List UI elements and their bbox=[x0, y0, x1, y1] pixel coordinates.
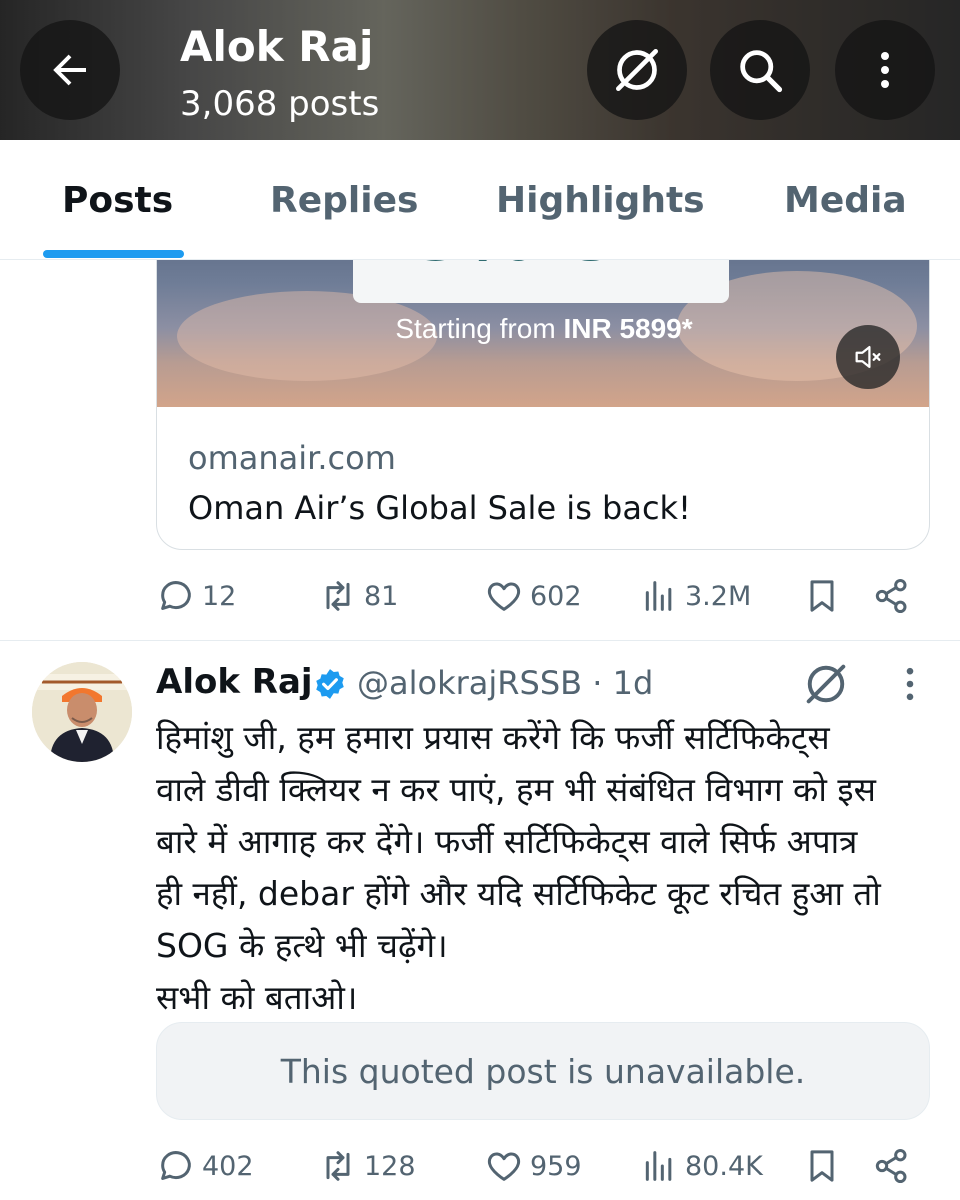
author-handle-time[interactable]: @alokrajRSSB · 1d bbox=[357, 664, 653, 702]
ad-caption-prefix: Starting from bbox=[395, 313, 564, 344]
bookmark-button[interactable] bbox=[802, 1141, 842, 1191]
share-icon bbox=[875, 579, 907, 613]
profile-name: Alok Raj bbox=[180, 22, 374, 71]
repost-icon bbox=[326, 581, 350, 611]
bookmark-icon bbox=[810, 580, 834, 612]
views-icon bbox=[645, 1151, 672, 1181]
reply-count: 402 bbox=[202, 1150, 254, 1182]
repost-count: 128 bbox=[364, 1150, 416, 1182]
tab-posts[interactable]: Posts bbox=[62, 180, 173, 221]
tab-media[interactable]: Media bbox=[784, 180, 907, 221]
views-button[interactable]: 80.4K bbox=[639, 1141, 763, 1191]
post-divider bbox=[0, 640, 960, 641]
like-button[interactable]: 602 bbox=[484, 571, 582, 621]
verified-badge-icon bbox=[316, 669, 344, 699]
reply-button[interactable]: 12 bbox=[156, 571, 236, 621]
post-text-line: ही नहीं, debar होंगे और यदि सर्टिफिकेट क… bbox=[156, 874, 881, 913]
grok-icon bbox=[616, 49, 658, 91]
ad-card[interactable]: 25% OFF Starting from INR 5899* omanair.… bbox=[156, 230, 930, 550]
views-count: 3.2M bbox=[685, 580, 752, 612]
views-button[interactable]: 3.2M bbox=[639, 571, 751, 621]
repost-count: 81 bbox=[364, 580, 399, 612]
mute-icon bbox=[855, 345, 881, 369]
post-text-line: वाले डीवी क्लियर न कर पाएं, हम भी संबंधि… bbox=[156, 770, 876, 809]
more-vertical-icon bbox=[881, 52, 889, 88]
author-name[interactable]: Alok Raj bbox=[156, 662, 313, 702]
post-text-line: सभी को बताओ। bbox=[156, 978, 358, 1017]
back-arrow-icon bbox=[53, 54, 86, 86]
profile-tabs: Posts Replies Highlights Media bbox=[0, 140, 960, 260]
repost-icon bbox=[326, 1151, 350, 1181]
quote-unavailable-text: This quoted post is unavailable. bbox=[280, 1051, 806, 1091]
ad-price-caption: Starting from INR 5899* bbox=[157, 313, 929, 345]
post-text: हिमांशु जी, हम हमारा प्रयास करेंगे कि फर… bbox=[156, 712, 936, 1024]
like-icon bbox=[487, 1152, 521, 1181]
quoted-post-unavailable: This quoted post is unavailable. bbox=[156, 1022, 930, 1120]
avatar[interactable] bbox=[32, 662, 132, 762]
reply-button[interactable]: 402 bbox=[156, 1141, 254, 1191]
repost-button[interactable]: 81 bbox=[318, 571, 398, 621]
share-icon bbox=[875, 1149, 907, 1183]
mute-button[interactable] bbox=[836, 325, 900, 389]
like-count: 959 bbox=[530, 1150, 582, 1182]
bookmark-button[interactable] bbox=[802, 571, 842, 621]
active-tab-indicator bbox=[43, 250, 184, 258]
like-count: 602 bbox=[530, 580, 582, 612]
back-button[interactable] bbox=[20, 20, 120, 120]
post-text-line: बारे में आगाह कर देंगे। फर्जी सर्टिफिकेट… bbox=[156, 822, 858, 861]
avatar-photo-icon bbox=[32, 662, 132, 762]
ad-caption-price: INR 5899* bbox=[563, 313, 693, 344]
post-count: 3,068 posts bbox=[180, 84, 380, 124]
like-icon bbox=[487, 582, 521, 611]
repost-button[interactable]: 128 bbox=[318, 1141, 416, 1191]
search-icon bbox=[740, 50, 783, 93]
views-count: 80.4K bbox=[685, 1150, 763, 1182]
profile-header: Alok Raj 3,068 posts bbox=[0, 0, 960, 140]
reply-icon bbox=[161, 1151, 191, 1180]
share-button[interactable] bbox=[872, 571, 912, 621]
ad-action-bar: 12 81 602 3.2M bbox=[156, 571, 930, 621]
post-action-bar: 402 128 959 80.4K bbox=[156, 1141, 930, 1191]
more-options-button[interactable] bbox=[835, 20, 935, 120]
tab-replies[interactable]: Replies bbox=[270, 180, 418, 221]
search-button[interactable] bbox=[710, 20, 810, 120]
post-text-line: SOG के हत्थे भी चढ़ेंगे। bbox=[156, 926, 448, 965]
more-vertical-icon[interactable] bbox=[895, 662, 925, 706]
bookmark-icon bbox=[810, 1150, 834, 1182]
post-text-line: हिमांशु जी, हम हमारा प्रयास करेंगे कि फर… bbox=[156, 718, 830, 757]
grok-icon[interactable] bbox=[800, 658, 852, 710]
reply-icon bbox=[161, 581, 191, 610]
like-button[interactable]: 959 bbox=[484, 1141, 582, 1191]
ad-domain: omanair.com bbox=[188, 439, 396, 477]
share-button[interactable] bbox=[872, 1141, 912, 1191]
reply-count: 12 bbox=[202, 580, 237, 612]
tab-highlights[interactable]: Highlights bbox=[496, 180, 705, 221]
ad-headline: Oman Air’s Global Sale is back! bbox=[188, 489, 691, 527]
grok-button[interactable] bbox=[587, 20, 687, 120]
views-icon bbox=[645, 581, 672, 611]
